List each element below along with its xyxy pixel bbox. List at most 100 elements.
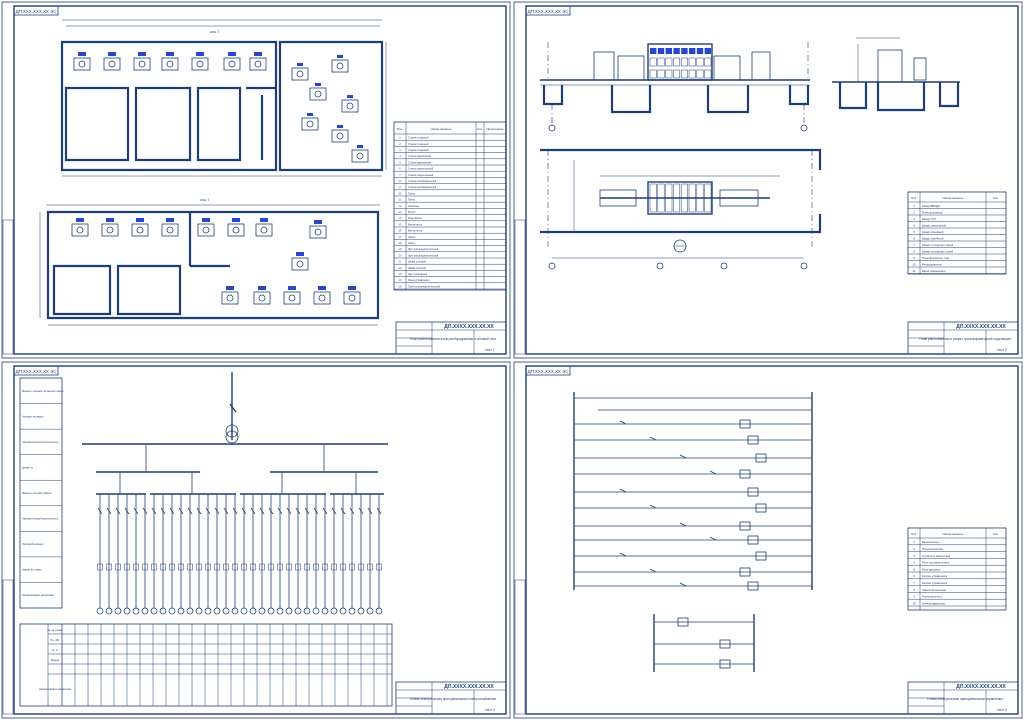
motor-symbol [222, 607, 230, 615]
svg-text:3: 3 [399, 148, 401, 152]
svg-text:15: 15 [399, 222, 402, 226]
table-row: Шкаф отходящих линий [922, 249, 954, 253]
svg-text:4: 4 [399, 154, 401, 158]
svg-text:План расположения электрообору: План расположения электрооборудования и … [410, 337, 497, 341]
motor-symbol [276, 607, 284, 615]
motor-symbol [141, 607, 149, 615]
stamp-s4: ДП.ХХХ.ХХХ.ХХ ЭС [525, 365, 571, 376]
table-row: Ножницы [408, 204, 419, 208]
svg-text:Наименование: Наименование [943, 196, 964, 200]
table-row: Трансформатор [922, 210, 943, 214]
svg-text:1: 1 [913, 540, 915, 544]
svg-text:3: 3 [913, 217, 915, 221]
svg-text:22: 22 [399, 266, 402, 270]
table-row: Станок шлифовальный [408, 179, 437, 183]
table-row: Насос [408, 241, 416, 245]
s4-control-circuit [573, 392, 813, 591]
s1-floor-plan-bottom: ось 7 [39, 197, 380, 326]
svg-text:7: 7 [399, 173, 401, 177]
table-row: Станок шлифовальный [408, 185, 437, 189]
table-row: Станок сверлильный [408, 173, 434, 177]
svg-text:25: 25 [399, 284, 402, 288]
axis-marker-2 [800, 124, 808, 132]
svg-text:7: 7 [913, 243, 915, 247]
s2-cabinet-grid [649, 48, 712, 79]
svg-text:5: 5 [913, 567, 915, 571]
svg-text:ДП.ХХХ.ХХХ.ХХ ЭС: ДП.ХХХ.ХХХ.ХХ ЭС [528, 369, 569, 374]
svg-text:ось 7: ось 7 [210, 29, 220, 34]
table-row: Щит распределительный [408, 247, 439, 251]
svg-text:1: 1 [913, 204, 915, 208]
svg-text:5: 5 [399, 160, 401, 164]
svg-text:6: 6 [399, 167, 401, 171]
row-label: Автоматический выключатель [22, 517, 59, 521]
motor-symbol [366, 607, 374, 615]
svg-text:9: 9 [913, 256, 915, 260]
svg-text:18: 18 [399, 241, 402, 245]
svg-text:10: 10 [912, 262, 916, 266]
table-row: Щит распределительный [408, 253, 439, 257]
svg-text:10: 10 [912, 601, 916, 605]
row-label: Наименование механизма [22, 593, 54, 597]
svg-text:Схема электрическая принципиал: Схема электрическая принципиальная элект… [410, 697, 497, 701]
table-row: Станок токарный [408, 142, 429, 146]
stamp-s3: ДП.ХХХ.ХХХ.ХХ ЭС [13, 365, 59, 376]
table-row: Пускатель магнитный [922, 554, 951, 558]
motor-symbol [186, 607, 194, 615]
title-block-s1: ДП.ХХХХ.ХХХ.ХХ.ХХ План расположения элек… [395, 321, 507, 355]
svg-text:2: 2 [913, 210, 915, 214]
svg-text:Лист 4: Лист 4 [997, 708, 1007, 712]
svg-text:ДП.ХХХХ.ХХХ.ХХ.ХХ: ДП.ХХХХ.ХХХ.ХХ.ХХ [956, 324, 1006, 330]
svg-text:10: 10 [399, 191, 402, 195]
s2-spec-table: Поз. Наименование Кол. Шкаф ВВОДА 1 Трансф… [907, 191, 1007, 275]
svg-text:16: 16 [399, 229, 402, 233]
table-row: Станок фрезерный [408, 154, 432, 158]
motor-symbol [231, 607, 239, 615]
svg-text:9: 9 [913, 595, 915, 599]
row-label: Пусковой аппарат [22, 542, 45, 546]
svg-text:2: 2 [399, 142, 401, 146]
svg-text:9: 9 [399, 185, 401, 189]
sheet-frames [1, 1, 1023, 719]
svg-text:Лист 3: Лист 3 [485, 708, 495, 712]
row-label: Длина, м [22, 465, 33, 469]
motor-symbol [375, 607, 383, 615]
motor-symbol [330, 607, 338, 615]
svg-text:4: 4 [913, 561, 915, 565]
svg-text:8: 8 [399, 179, 401, 183]
motor-symbol [285, 607, 293, 615]
s2-plan-view [540, 148, 822, 270]
row-label: Аппарат на вводе [22, 414, 44, 418]
table-row: Пресс [408, 198, 416, 202]
s3-left-row-labels: Марка и сечение питающей линии Аппарат на… [19, 377, 64, 609]
table-row: Шкаф линейный [922, 236, 944, 240]
motor-symbol [339, 607, 347, 615]
title-block-s2: ДП.ХХХХ.ХХХ.ХХ.ХХ План расположения и ра… [907, 321, 1019, 355]
s4-lower-circuit [653, 614, 755, 672]
motor-symbol [294, 607, 302, 615]
table-row: Насос [408, 235, 416, 239]
table-row: Шкаф секционный [922, 223, 946, 227]
svg-text:6: 6 [913, 574, 915, 578]
motor-symbol [114, 607, 122, 615]
svg-text:23: 23 [399, 272, 402, 276]
svg-text:Примечание: Примечание [486, 127, 504, 131]
motor-symbol [357, 607, 365, 615]
svg-text:Рн, кВт: Рн, кВт [50, 638, 60, 642]
table-row: Лампа сигнальная [922, 588, 946, 592]
svg-text:2: 2 [913, 547, 915, 551]
svg-text:Поз.: Поз. [397, 127, 403, 131]
stamp-s2: ДП.ХХХ.ХХХ.ХХ ЭС [525, 5, 571, 16]
row-label: Номер на плане [22, 568, 42, 572]
svg-text:17: 17 [399, 235, 402, 239]
motor-symbol [240, 607, 248, 615]
svg-text:8: 8 [913, 588, 915, 592]
motor-symbol [105, 607, 113, 615]
table-row: Щит освещения [408, 272, 428, 276]
title-block-s4: ДП.ХХХХ.ХХХ.ХХ.ХХ Схема электрическая пр… [907, 681, 1019, 715]
table-row: Станок токарный [408, 148, 429, 152]
svg-text:Кол.: Кол. [993, 196, 999, 200]
axis-marker-1 [548, 124, 556, 132]
svg-text:ДП.ХХХ.ХХХ.ХХ ЭС: ДП.ХХХ.ХХХ.ХХ ЭС [16, 9, 57, 14]
svg-text:Поз.: Поз. [911, 196, 917, 200]
